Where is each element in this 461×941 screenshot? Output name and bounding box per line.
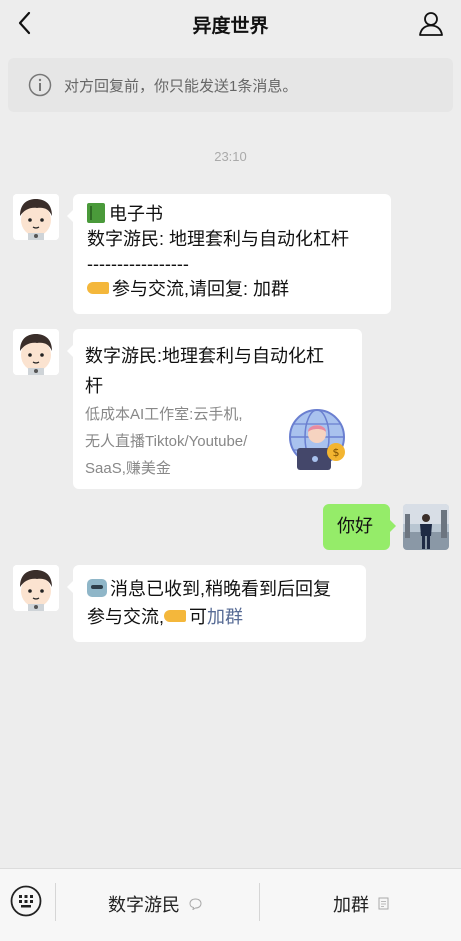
info-icon — [28, 73, 52, 97]
divider — [259, 883, 260, 921]
avatar[interactable] — [13, 194, 59, 240]
menu-button-digital-nomad[interactable]: 数字游民 — [108, 891, 202, 917]
message-line: 数字游民: 地理套利与自动化杠杆 — [87, 229, 350, 249]
speech-bubble-icon — [189, 898, 202, 910]
reply-limit-notice: 对方回复前，你只能发送1条消息。 — [8, 58, 453, 112]
divider — [55, 883, 56, 921]
avatar[interactable] — [13, 565, 59, 611]
cartoon-avatar-icon — [13, 194, 59, 240]
message-bubble[interactable]: 电子书 数字游民: 地理套利与自动化杠杆 ----------------- 参… — [67, 194, 391, 314]
green-book-icon — [87, 203, 105, 223]
message-line: 参与交流,请回复: 加群 — [87, 277, 377, 302]
message-bubble[interactable]: 消息已收到,稍晚看到后回复 参与交流, 可加群 — [67, 565, 366, 642]
my-avatar[interactable] — [403, 504, 449, 550]
avatar[interactable] — [13, 329, 59, 375]
message-separator: ----------------- — [87, 254, 189, 274]
notice-text: 对方回复前，你只能发送1条消息。 — [64, 78, 298, 95]
message-text: 你好 — [337, 516, 373, 536]
link-card[interactable]: 数字游民:地理套利与自动化杠 杆 低成本AI工作室:云手机, 无人直播Tikto… — [67, 329, 362, 489]
message-line: 消息已收到,稍晚看到后回复 — [87, 575, 352, 603]
cartoon-avatar-icon — [13, 329, 59, 375]
menu-label: 加群 — [333, 895, 369, 915]
message-line: 参与交流, 可加群 — [87, 607, 244, 627]
pointing-hand-icon — [87, 282, 109, 294]
message-timestamp: 23:10 — [214, 149, 247, 164]
top-bar: 异度世界 — [0, 0, 461, 46]
card-title-line: 数字游民:地理套利与自动化杠 — [85, 346, 324, 366]
svg-text:$: $ — [333, 446, 340, 459]
card-title-line: 杆 — [85, 376, 103, 396]
document-icon — [378, 897, 389, 910]
bottom-menu-bar: 数字游民 加群 — [0, 868, 461, 941]
card-thumbnail-globe-icon: $ — [289, 409, 345, 470]
join-group-link[interactable]: 加群 — [207, 607, 243, 627]
menu-label: 数字游民 — [108, 895, 180, 915]
robot-icon — [87, 579, 107, 597]
cartoon-avatar-icon — [13, 565, 59, 611]
keyboard-icon[interactable] — [10, 885, 42, 917]
person-icon[interactable] — [417, 9, 445, 37]
page-title: 异度世界 — [192, 16, 269, 37]
photo-avatar-icon — [403, 504, 449, 550]
my-message-bubble[interactable]: 你好 — [323, 504, 396, 550]
menu-button-join-group[interactable]: 加群 — [333, 891, 389, 917]
pointing-hand-icon — [164, 610, 187, 622]
message-line: 电子书 — [87, 202, 377, 227]
